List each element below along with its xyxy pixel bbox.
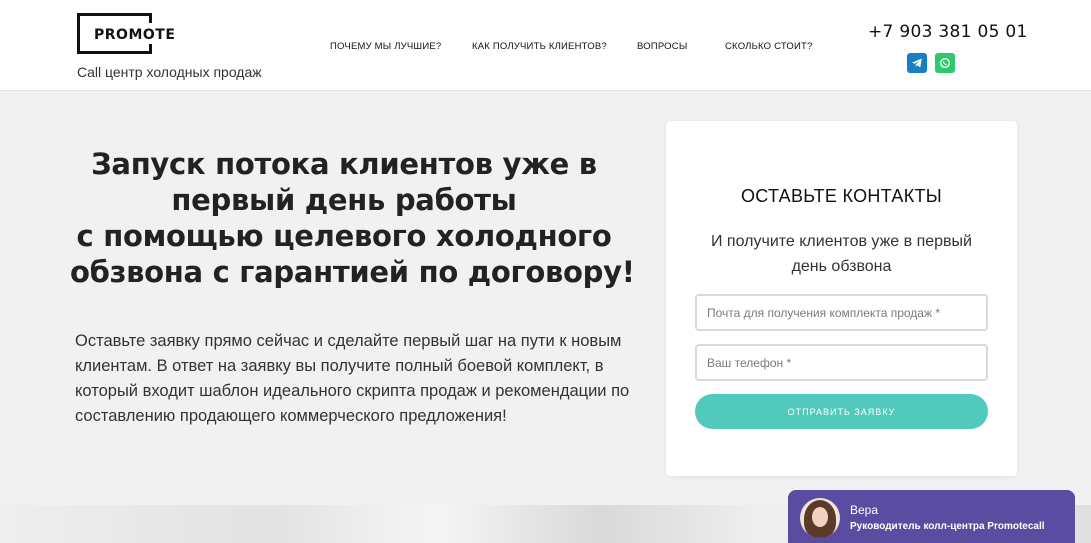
- nav-get-clients[interactable]: КАК ПОЛУЧИТЬ КЛИЕНТОВ?: [472, 41, 607, 52]
- chat-widget[interactable]: Вера Руководитель колл-центра Promotecal…: [788, 490, 1075, 543]
- chat-agent-role: Руководитель колл-центра Promotecall: [850, 521, 1045, 532]
- whatsapp-button[interactable]: [935, 53, 955, 73]
- nav-questions[interactable]: ВОПРОСЫ: [637, 41, 687, 52]
- submit-button[interactable]: ОТПРАВИТЬ ЗАЯВКУ: [695, 394, 988, 429]
- form-subtitle-line: И получите клиентов уже в первый: [710, 233, 972, 250]
- tagline: Call центр холодных продаж: [77, 64, 262, 80]
- email-field[interactable]: [695, 294, 988, 331]
- chat-agent-name: Вера: [850, 503, 879, 517]
- logo[interactable]: PROMOTE: [92, 27, 178, 43]
- nav-price[interactable]: СКОЛЬКО СТОИТ?: [725, 41, 813, 52]
- form-title: ОСТАВЬТЕ КОНТАКТЫ: [740, 186, 943, 206]
- nav-why-us[interactable]: ПОЧЕМУ МЫ ЛУЧШИЕ?: [330, 41, 441, 52]
- phone-field[interactable]: [695, 344, 988, 381]
- hero-title-line: с помощью целевого холодного: [76, 219, 612, 253]
- whatsapp-icon: [940, 58, 950, 68]
- header-divider: [0, 90, 1091, 91]
- hero-title: Запуск потока клиентов уже в первый день…: [70, 146, 635, 290]
- hero-title-line: первый день работы: [171, 183, 517, 217]
- hero-title-line: Запуск потока клиентов уже в: [91, 147, 597, 181]
- phone-number[interactable]: +7 903 381 05 01: [868, 22, 1028, 42]
- telegram-icon: [912, 58, 922, 68]
- hero-description: Оставьте заявку прямо сейчас и сделайте …: [75, 332, 630, 425]
- telegram-button[interactable]: [907, 53, 927, 73]
- avatar: [800, 498, 840, 538]
- hero-title-line: обзвона с гарантией по договору!: [70, 255, 635, 289]
- form-subtitle-line: день обзвона: [791, 258, 892, 275]
